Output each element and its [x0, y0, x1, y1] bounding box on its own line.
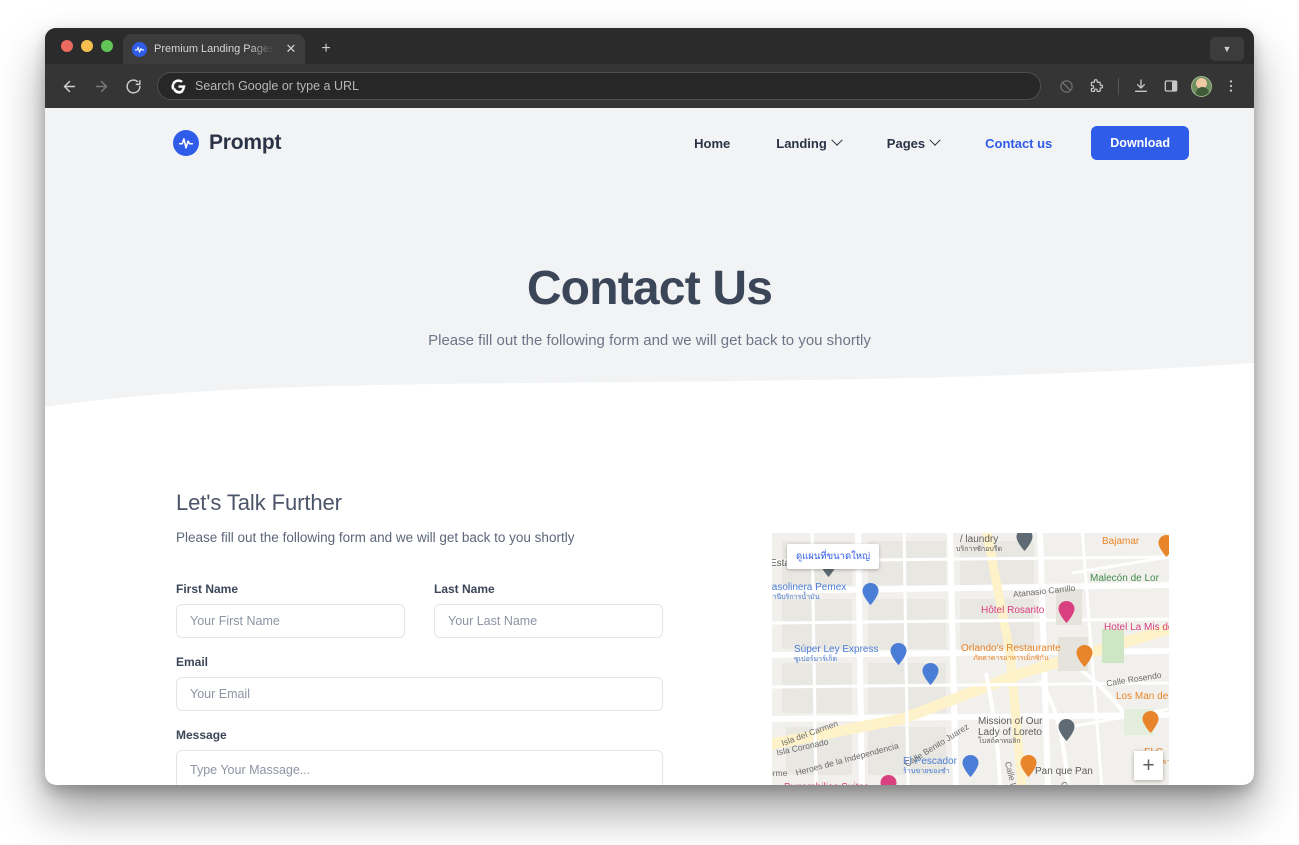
last-name-field: Last Name — [434, 582, 663, 638]
map-street-label: orme — [772, 768, 788, 778]
avatar — [1190, 75, 1212, 97]
nav-item-pages[interactable]: Pages — [864, 134, 962, 151]
tab-favicon-icon — [132, 41, 147, 57]
browser-window: Premium Landing Pages | Pro ✕ + ▼ — [45, 28, 1254, 785]
nav-item-label: Pages — [886, 135, 926, 151]
blocked-icon[interactable] — [1053, 73, 1079, 99]
page-viewport: Prompt Home Landing Pages Contact us Dow… — [45, 108, 1254, 785]
nav-item-contact-us[interactable]: Contact us — [962, 136, 1075, 151]
extension-puzzle-icon[interactable] — [1083, 73, 1109, 99]
map-poi-label: / laundry บริการซักอบรีด — [956, 534, 1003, 553]
brand-logo[interactable]: Prompt — [173, 130, 282, 156]
page-title: Contact Us — [526, 262, 773, 315]
browser-tab-strip: Premium Landing Pages | Pro ✕ + ▼ — [45, 28, 1254, 64]
map-zoom-in-button[interactable]: + — [1134, 751, 1163, 780]
map-pin-icon[interactable] — [962, 755, 979, 777]
hero-wave-divider — [45, 363, 1254, 443]
chevron-down-icon — [929, 134, 941, 146]
message-textarea[interactable] — [176, 750, 663, 785]
nav-item-label: Contact us — [985, 135, 1053, 151]
nav-item-landing[interactable]: Landing — [753, 134, 864, 151]
map-poi-label: Mission of Our Lady of Loreto โบสถ์คาทอลิ… — [978, 716, 1043, 745]
form-heading: Let's Talk Further — [176, 490, 342, 515]
map-poi-label: Súper Ley Express ซูเปอร์มาร์เก็ต — [794, 644, 879, 663]
contact-form-column: Let's Talk Further Please fill out the f… — [45, 433, 727, 785]
browser-toolbar: Search Google or type a URL — [45, 64, 1254, 108]
map-poi-label: Orlando's Restaurante ภัตตาคารอาหารเม็กซิ… — [961, 643, 1061, 662]
contact-content-row: Let's Talk Further Please fill out the f… — [45, 433, 1254, 785]
address-bar[interactable]: Search Google or type a URL — [157, 72, 1041, 100]
map-pin-icon[interactable] — [1020, 755, 1037, 777]
more-menu-icon[interactable] — [1218, 73, 1244, 99]
prompt-waveform-icon — [173, 130, 199, 156]
map-pin-icon[interactable] — [1058, 601, 1075, 623]
map-embed[interactable]: / laundryบริการซักอบรีด Bajamar Estafeta… — [772, 533, 1169, 785]
address-bar-placeholder: Search Google or type a URL — [195, 79, 359, 93]
form-subheading: Please fill out the following form and w… — [176, 530, 575, 545]
tab-search-chevron-down-icon[interactable]: ▼ — [1210, 37, 1244, 61]
brand-name: Prompt — [209, 131, 282, 154]
map-poi-label: Pan que Pan — [1035, 766, 1093, 777]
map-pin-icon[interactable] — [1058, 719, 1075, 741]
first-name-label: First Name — [176, 582, 239, 596]
chevron-down-icon — [831, 134, 843, 146]
close-window-button[interactable] — [61, 40, 73, 52]
view-larger-map-link[interactable]: ดูแผนที่ขนาดใหญ่ — [787, 544, 880, 569]
first-name-field: First Name — [176, 582, 405, 638]
nav-item-label: Home — [694, 135, 731, 151]
page-subtitle: Please fill out the following form and w… — [428, 331, 871, 349]
nav-item-label: Landing — [776, 135, 827, 151]
last-name-input[interactable] — [434, 604, 663, 638]
hero-section: Contact Us Please fill out the following… — [45, 263, 1254, 349]
map-poi-label: Hotel La Mis de Lor — [1104, 622, 1169, 633]
map-poi-label: Bajamar — [1102, 536, 1140, 547]
email-input[interactable] — [176, 677, 663, 711]
download-icon[interactable] — [1128, 73, 1154, 99]
nav-item-home[interactable]: Home — [671, 136, 753, 151]
browser-tab[interactable]: Premium Landing Pages | Pro ✕ — [123, 34, 305, 64]
map-poi-label: Hôtel Rosarito — [981, 605, 1045, 616]
name-field-row: First Name Last Name — [176, 582, 727, 655]
map-poi-label: Los Man de Santa — [1116, 691, 1169, 702]
back-arrow-left-icon[interactable] — [55, 72, 83, 100]
contact-form: First Name Last Name Email Message — [176, 582, 727, 785]
first-name-input[interactable] — [176, 604, 405, 638]
maximize-window-button[interactable] — [101, 40, 113, 52]
map-pin-icon[interactable] — [922, 663, 939, 685]
window-traffic-lights — [57, 28, 123, 64]
map-pin-icon[interactable] — [890, 643, 907, 665]
map-pin-icon[interactable] — [880, 775, 897, 785]
map-pin-icon[interactable] — [862, 583, 879, 605]
map-poi-label: Malecón de Lor — [1090, 573, 1159, 584]
last-name-label: Last Name — [434, 582, 495, 596]
map-pin-icon[interactable] — [1142, 711, 1159, 733]
site-header: Prompt Home Landing Pages Contact us Dow… — [45, 108, 1254, 178]
map-poi-label: Bugambilias Suites — [784, 782, 869, 785]
tab-title: Premium Landing Pages | Pro — [154, 43, 276, 55]
google-g-icon — [171, 78, 186, 94]
forward-arrow-right-icon — [87, 72, 115, 100]
profile-avatar-icon[interactable] — [1188, 73, 1214, 99]
reload-icon[interactable] — [119, 72, 147, 100]
tab-close-icon[interactable]: ✕ — [283, 41, 299, 57]
map-pin-icon[interactable] — [1158, 535, 1169, 557]
email-label: Email — [176, 655, 209, 669]
new-tab-button[interactable]: + — [313, 36, 339, 62]
minimize-window-button[interactable] — [81, 40, 93, 52]
map-pin-icon[interactable] — [1016, 533, 1033, 551]
map-poi-label: Gasolinera Pemexสถานีบริการน้ำมัน — [772, 582, 847, 601]
message-field: Message — [176, 728, 663, 785]
message-label: Message — [176, 728, 227, 742]
map-pin-icon[interactable] — [1076, 645, 1093, 667]
side-panel-icon[interactable] — [1158, 73, 1184, 99]
site-navigation: Home Landing Pages Contact us Download — [671, 126, 1189, 160]
toolbar-divider — [1118, 77, 1119, 95]
email-field: Email — [176, 655, 663, 711]
map-column: / laundryบริการซักอบรีด Bajamar Estafeta… — [727, 433, 1254, 785]
download-button[interactable]: Download — [1091, 126, 1189, 160]
